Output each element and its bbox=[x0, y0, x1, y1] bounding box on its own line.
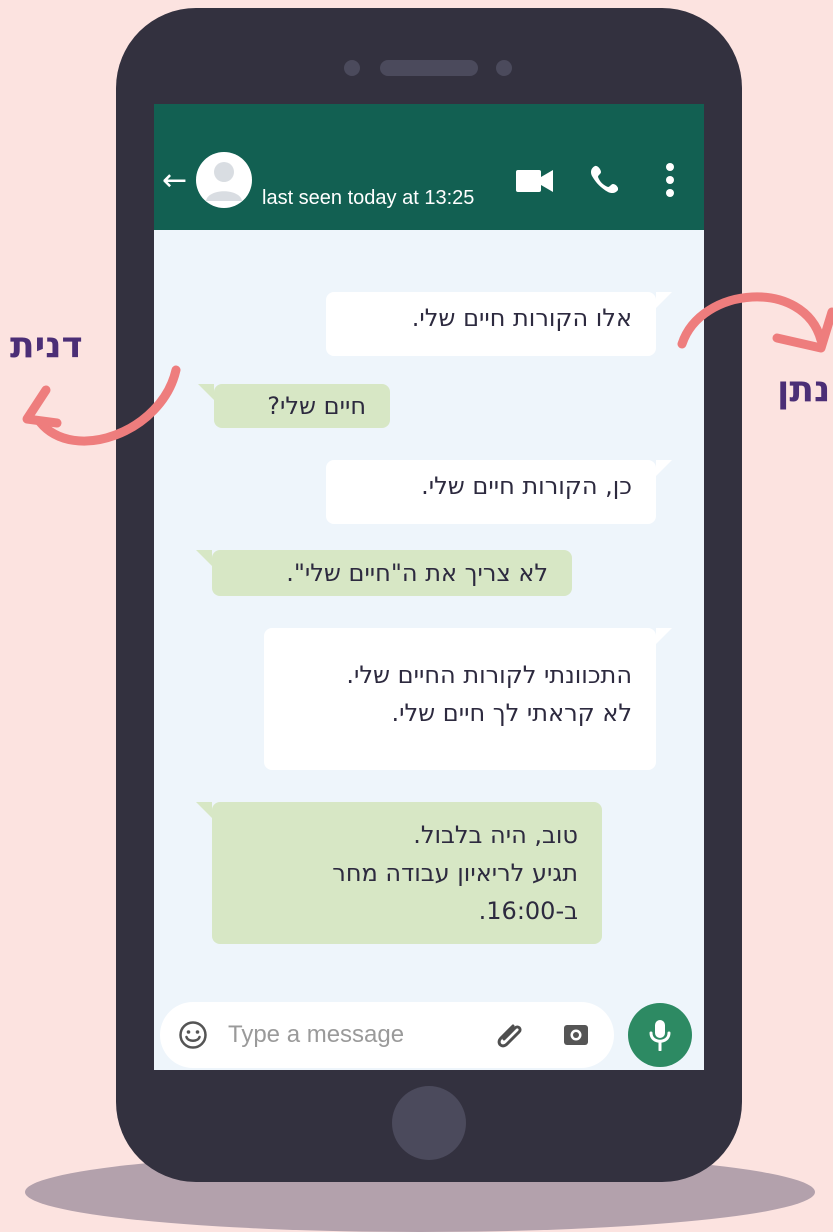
earpiece-speaker bbox=[380, 60, 478, 76]
phone-icon[interactable] bbox=[590, 164, 618, 194]
front-sensor-right bbox=[496, 60, 512, 76]
chat-header: ← last seen today at 13:25 bbox=[154, 104, 704, 230]
front-sensor-left bbox=[344, 60, 360, 76]
message-text: כן, הקורות חיים שלי. bbox=[421, 472, 632, 500]
chat-message-outgoing: אלו הקורות חיים שלי. bbox=[326, 292, 672, 356]
chat-message-incoming: לא צריך את ה"חיים שלי". bbox=[196, 550, 572, 596]
last-seen-text: last seen today at 13:25 bbox=[262, 187, 475, 209]
emoji-icon[interactable] bbox=[178, 1020, 208, 1050]
voice-message-button[interactable] bbox=[628, 1003, 692, 1067]
chat-message-incoming: טוב, היה בלבול. תגיע לריאיון עבודה מחר ב… bbox=[196, 802, 602, 944]
message-input[interactable]: Type a message bbox=[228, 1021, 404, 1049]
chat-message-incoming: חיים שלי? bbox=[198, 384, 390, 428]
message-text: התכוונתי לקורות החיים שלי. לא קראתי לך ח… bbox=[346, 661, 632, 727]
chat-screen: ← last seen today at 13:25 אלו הקורות חי… bbox=[154, 104, 704, 1070]
camera-icon[interactable] bbox=[562, 1021, 590, 1049]
right-curved-arrow-icon bbox=[677, 292, 833, 353]
phone-device: ← last seen today at 13:25 אלו הקורות חי… bbox=[116, 8, 742, 1182]
more-vertical-icon[interactable] bbox=[665, 162, 675, 198]
message-text: טוב, היה בלבול. תגיע לריאיון עבודה מחר ב… bbox=[332, 821, 578, 925]
back-arrow-icon[interactable]: ← bbox=[162, 166, 187, 196]
avatar-icon[interactable] bbox=[196, 152, 252, 208]
message-text: לא צריך את ה"חיים שלי". bbox=[286, 559, 548, 587]
chat-message-outgoing: כן, הקורות חיים שלי. bbox=[326, 460, 672, 524]
microphone-icon bbox=[649, 1020, 671, 1051]
chat-message-outgoing: התכוונתי לקורות החיים שלי. לא קראתי לך ח… bbox=[264, 628, 672, 770]
message-text: חיים שלי? bbox=[267, 392, 366, 420]
right-name-label: נתן bbox=[777, 369, 831, 410]
video-icon[interactable] bbox=[516, 168, 554, 194]
left-name-label: דנית bbox=[10, 325, 83, 366]
message-text: אלו הקורות חיים שלי. bbox=[411, 304, 632, 332]
left-curved-arrow-icon bbox=[22, 365, 181, 446]
home-button[interactable] bbox=[392, 1086, 466, 1160]
paperclip-icon[interactable] bbox=[494, 1018, 528, 1052]
message-composer[interactable]: Type a message bbox=[160, 1002, 614, 1068]
